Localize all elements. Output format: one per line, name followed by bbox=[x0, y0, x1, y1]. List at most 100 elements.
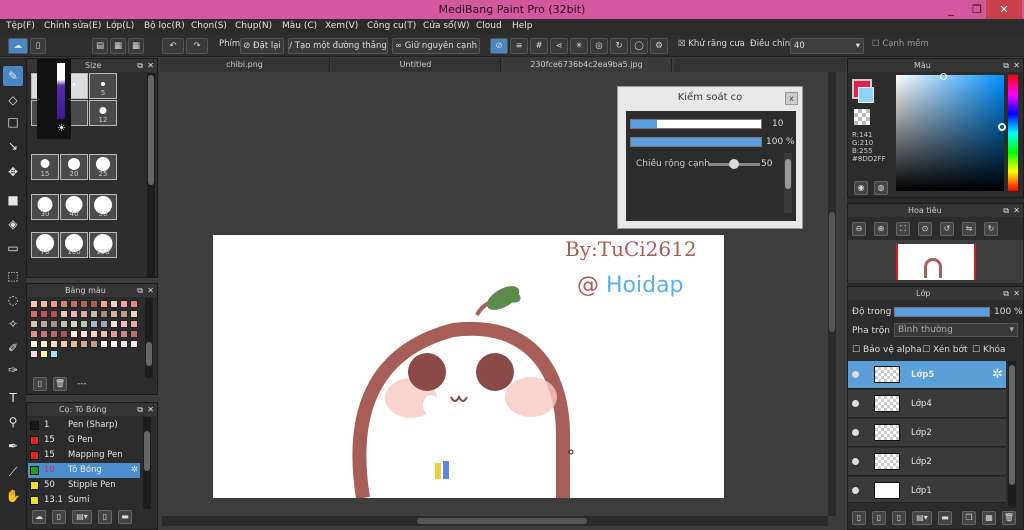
brush-list-scrollbar[interactable] bbox=[143, 417, 151, 509]
color-swatch[interactable] bbox=[40, 340, 48, 348]
color-wheel-icon[interactable]: ◍ bbox=[874, 181, 888, 195]
dot-tool-icon[interactable]: □ bbox=[3, 112, 23, 132]
radial-line-icon[interactable]: ✳ bbox=[570, 38, 588, 54]
eye-icon[interactable] bbox=[852, 371, 859, 378]
brush-control-scrollbar[interactable] bbox=[784, 153, 792, 213]
color-swatch[interactable] bbox=[50, 330, 58, 338]
popout-icon[interactable]: ⧉ bbox=[137, 59, 143, 72]
snap-checkbox[interactable]: ☐ Cạnh mềm bbox=[872, 39, 929, 49]
color-swatch[interactable] bbox=[60, 340, 68, 348]
save-icon[interactable]: ▤ bbox=[92, 38, 108, 54]
color-swatch[interactable] bbox=[40, 330, 48, 338]
color-swatch[interactable] bbox=[70, 340, 78, 348]
menu-layer[interactable]: Lớp(L) bbox=[106, 21, 134, 31]
brush-tool-icon[interactable]: ✎ bbox=[3, 66, 23, 86]
eye-icon[interactable] bbox=[852, 458, 859, 465]
close-button[interactable]: ✕ bbox=[986, 0, 1022, 19]
grid-icon[interactable]: ▦ bbox=[128, 38, 144, 54]
new-8bit-layer-icon[interactable]: ▯ bbox=[892, 511, 906, 525]
magic-wand-icon[interactable]: ✧ bbox=[3, 314, 23, 334]
gear-icon[interactable]: ✲ bbox=[131, 463, 138, 478]
color-slider-popup[interactable]: ☀ bbox=[37, 59, 71, 139]
flip-icon[interactable]: ⇋ bbox=[962, 222, 976, 236]
color-swatch[interactable] bbox=[80, 330, 88, 338]
color-swatch[interactable] bbox=[70, 330, 78, 338]
no-snap-icon[interactable]: ⊘ bbox=[490, 38, 508, 54]
color-swatch[interactable] bbox=[110, 310, 118, 318]
select-eraser-icon[interactable]: ✑ bbox=[3, 360, 23, 380]
color-swatch[interactable] bbox=[60, 320, 68, 328]
select-tool-icon[interactable]: ⬚ bbox=[3, 266, 23, 286]
drawing-canvas[interactable]: By:TuCi2612 @ Hoidap bbox=[213, 235, 724, 498]
menu-tools[interactable]: Công cụ(T) bbox=[367, 21, 416, 31]
radial-snap-icon[interactable]: ⋖ bbox=[550, 38, 568, 54]
color-swatch[interactable] bbox=[90, 310, 98, 318]
color-swatch[interactable] bbox=[30, 340, 38, 348]
zoom-out-icon[interactable]: ⊖ bbox=[852, 222, 866, 236]
rotate-left-icon[interactable]: ↺ bbox=[940, 222, 954, 236]
brush-size-cell[interactable]: 50 bbox=[89, 194, 117, 220]
menu-window[interactable]: Cửa sổ(W) bbox=[423, 21, 469, 31]
bucket-tool-icon[interactable]: ◈ bbox=[3, 214, 23, 234]
color-swatch[interactable] bbox=[120, 320, 128, 328]
brush-menu-icon[interactable]: ▤▾ bbox=[72, 510, 92, 524]
color-swatch[interactable] bbox=[30, 350, 38, 358]
color-swatch[interactable] bbox=[30, 310, 38, 318]
popout-icon[interactable]: ⧉ bbox=[1003, 59, 1009, 72]
hand-tool-icon[interactable]: ✋ bbox=[3, 486, 23, 506]
zoom-in-icon[interactable]: ⊕ bbox=[874, 222, 888, 236]
delete-brush-icon[interactable]: ▯ bbox=[98, 510, 112, 524]
popout-icon[interactable]: ⧉ bbox=[137, 284, 143, 297]
new-halftone-layer-icon[interactable]: ▯ bbox=[872, 511, 886, 525]
color-swatch[interactable] bbox=[50, 310, 58, 318]
color-swatch[interactable] bbox=[90, 300, 98, 308]
color-swatch[interactable] bbox=[70, 300, 78, 308]
color-swatch[interactable] bbox=[120, 340, 128, 348]
color-swatch[interactable] bbox=[40, 300, 48, 308]
brush-size-cell[interactable]: 100 bbox=[60, 232, 88, 258]
brush-item-mapping-pen[interactable]: 15 Mapping Pen bbox=[28, 448, 140, 463]
operation-tool-icon[interactable]: ⚲ bbox=[3, 412, 23, 432]
close-icon[interactable]: ✕ bbox=[1013, 59, 1020, 72]
reset-button[interactable]: ⊘ Đặt lại bbox=[240, 38, 284, 54]
text-tool-icon[interactable]: T bbox=[3, 388, 23, 408]
layer-row-lop2b[interactable]: Lớp2 bbox=[848, 448, 1006, 476]
close-icon[interactable]: ✕ bbox=[1013, 287, 1020, 300]
color-swatch[interactable] bbox=[70, 320, 78, 328]
close-icon[interactable]: ✕ bbox=[147, 284, 154, 297]
eyedropper-icon[interactable]: ⟋ bbox=[3, 462, 23, 482]
delete-layer-icon[interactable]: 🗑 bbox=[1002, 511, 1016, 525]
blend-mode-select[interactable]: Bình thường ▾ bbox=[894, 323, 1018, 337]
eye-icon[interactable] bbox=[852, 400, 859, 407]
menu-filter[interactable]: Bộ lọc(R) bbox=[144, 21, 185, 31]
color-swatch[interactable] bbox=[100, 340, 108, 348]
color-swatch[interactable] bbox=[100, 310, 108, 318]
select-pen-icon[interactable]: ✐ bbox=[3, 338, 23, 358]
edge-width-slider[interactable] bbox=[708, 159, 760, 169]
fill-rect-tool-icon[interactable]: ■ bbox=[3, 190, 23, 210]
color-swatch[interactable] bbox=[120, 300, 128, 308]
brush-size-cell[interactable]: 12 bbox=[89, 100, 117, 126]
color-swatch[interactable] bbox=[130, 310, 138, 318]
layer-row-lop4[interactable]: Lớp4 bbox=[848, 390, 1006, 418]
new-layer-icon[interactable]: ▯ bbox=[852, 511, 866, 525]
layer-opacity-slider[interactable] bbox=[894, 307, 990, 317]
color-swatch[interactable] bbox=[80, 300, 88, 308]
straight-line-button[interactable]: / Tạo một đường thẳng bbox=[288, 38, 388, 54]
color-swatch[interactable] bbox=[110, 300, 118, 308]
brush-folder-icon[interactable]: ▬ bbox=[118, 510, 132, 524]
cloud-brush-icon[interactable]: ☁ bbox=[32, 510, 46, 524]
palette-scrollbar[interactable] bbox=[145, 298, 153, 378]
saturation-value-picker[interactable] bbox=[896, 73, 1006, 191]
actual-size-icon[interactable]: ⊙ bbox=[918, 222, 932, 236]
color-swatch[interactable] bbox=[130, 340, 138, 348]
grid-snap-icon[interactable]: # bbox=[530, 38, 548, 54]
curve-snap-icon[interactable]: ↻ bbox=[610, 38, 628, 54]
menu-cloud[interactable]: Cloud bbox=[476, 21, 502, 31]
hue-slider[interactable] bbox=[1008, 75, 1018, 191]
brush-size-cell[interactable]: 5 bbox=[89, 73, 117, 99]
minimize-button[interactable]: _ bbox=[938, 0, 964, 19]
color-swatch[interactable] bbox=[50, 320, 58, 328]
color-swatch[interactable] bbox=[60, 310, 68, 318]
menu-color[interactable]: Màu (C) bbox=[282, 21, 317, 31]
